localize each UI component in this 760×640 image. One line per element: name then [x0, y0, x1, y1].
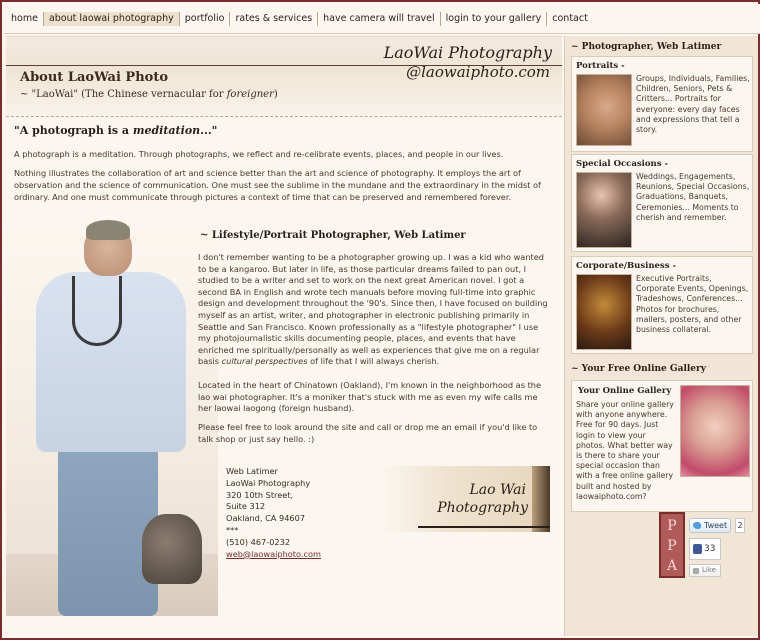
- page-subtitle: ~ "LaoWai" (The Chinese vernacular for f…: [20, 89, 278, 100]
- photographer-photo: [6, 214, 218, 616]
- page-frame: home about laowai photography portfolio …: [0, 0, 760, 640]
- page-title: About LaoWai Photo: [20, 70, 168, 85]
- page-header: LaoWai Photography @laowaiphoto.com Abou…: [6, 36, 562, 115]
- tweet-button[interactable]: Tweet: [689, 518, 731, 533]
- quote-suffix: ...": [200, 124, 218, 137]
- brand-title: LaoWai Photography: [383, 43, 552, 62]
- bio-p1-italic: cultural perspectives: [221, 356, 308, 367]
- nav-about[interactable]: about laowai photography: [43, 11, 180, 26]
- fb-like-label: Like: [702, 566, 716, 574]
- subtitle-prefix: ~ "LaoWai" (The Chinese vernacular for: [20, 89, 227, 100]
- nav-login-gallery[interactable]: login to your gallery: [441, 11, 548, 26]
- logo-line-2: Photography: [437, 500, 528, 516]
- card-portraits-title: Portraits -: [576, 61, 625, 71]
- card-occasions-text: Weddings, Engagements, Reunions, Special…: [636, 172, 750, 222]
- gallery-thumbnail[interactable]: [680, 385, 750, 477]
- occasions-thumbnail[interactable]: [576, 172, 632, 248]
- fb-count: 33: [704, 544, 716, 554]
- section-divider: [6, 116, 562, 117]
- card-occasions-title: Special Occasions -: [576, 159, 668, 169]
- facebook-like-button[interactable]: Like: [689, 564, 721, 577]
- card-corporate-text: Executive Portraits, Corporate Events, O…: [636, 274, 749, 335]
- nav-home[interactable]: home: [6, 11, 44, 26]
- quote-prefix: "A photograph is a: [14, 124, 133, 137]
- card-corporate[interactable]: Corporate/Business - Executive Portraits…: [571, 256, 753, 354]
- bio-p1-a: I don't remember wanting to be a photogr…: [198, 252, 548, 367]
- nav-portfolio[interactable]: portfolio: [180, 11, 231, 26]
- bio-paragraph-2: Located in the heart of Chinatown (Oakla…: [198, 380, 542, 414]
- gallery-text: Share your online gallery with anyone an…: [576, 400, 674, 501]
- corporate-thumbnail[interactable]: [576, 274, 632, 350]
- thumbs-up-icon: [693, 544, 702, 554]
- like-icon: [693, 568, 699, 574]
- quote-italic: meditation: [132, 124, 201, 137]
- card-portraits[interactable]: Portraits - Groups, Individuals, Familie…: [571, 56, 753, 152]
- top-nav: home about laowai photography portfolio …: [4, 4, 760, 34]
- intro-paragraph-2: Nothing illustrates the collaboration of…: [14, 168, 541, 202]
- portraits-thumbnail[interactable]: [576, 74, 632, 146]
- facebook-like-count[interactable]: 33: [689, 538, 721, 560]
- logo-edge: [532, 466, 550, 532]
- sidebar: ~ Photographer, Web Latimer Portraits - …: [564, 36, 758, 636]
- bio-paragraph-3: Please feel free to look around the site…: [198, 422, 538, 444]
- brand-handle: @laowaiphoto.com: [406, 63, 550, 81]
- logo-line-1: Lao Wai: [469, 482, 526, 498]
- intro-quote: "A photograph is a meditation...": [14, 124, 217, 137]
- address-suite: Suite 312: [226, 501, 266, 512]
- twitter-bird-icon: [693, 522, 701, 529]
- camera-strap-icon: [72, 276, 122, 346]
- address-company: LaoWai Photography: [226, 477, 311, 488]
- card-corporate-title: Corporate/Business -: [576, 261, 676, 271]
- main-content: LaoWai Photography @laowaiphoto.com Abou…: [6, 36, 562, 636]
- address-city: Oakland, CA 94607: [226, 513, 306, 524]
- address-separator: ***: [226, 524, 239, 535]
- nav-travel[interactable]: have camera will travel: [318, 11, 441, 26]
- bio-heading: ~ Lifestyle/Portrait Photographer, Web L…: [200, 230, 466, 241]
- card-portraits-text: Groups, Individuals, Families, Children,…: [636, 74, 750, 135]
- bio-p1-b: of life that I will always cherish.: [307, 356, 440, 367]
- card-special-occasions[interactable]: Special Occasions - Weddings, Engagement…: [571, 154, 753, 252]
- nav-contact[interactable]: contact: [547, 12, 593, 26]
- address-street: 320 10th Street,: [226, 489, 294, 500]
- laowai-logo: Lao Wai Photography: [378, 466, 550, 532]
- subtitle-suffix: ): [273, 89, 278, 100]
- ppa-badge[interactable]: PPA: [659, 512, 685, 578]
- subtitle-italic: foreigner: [226, 89, 274, 100]
- tweet-label: Tweet: [704, 521, 728, 530]
- logo-underline: [418, 526, 550, 528]
- dog-figure: [142, 514, 202, 584]
- tweet-count: 2: [735, 518, 745, 533]
- card-online-gallery[interactable]: Your Online Gallery Share your online ga…: [571, 380, 753, 512]
- intro-paragraph-1: A photograph is a meditation. Through ph…: [14, 149, 504, 159]
- bio-paragraph-1: I don't remember wanting to be a photogr…: [198, 252, 550, 368]
- sidebar-heading-photographer: ~ Photographer, Web Latimer: [571, 42, 722, 52]
- contact-address: Web Latimer LaoWai Photography 320 10th …: [226, 466, 321, 560]
- photo-hair: [86, 220, 130, 240]
- gallery-title: Your Online Gallery: [578, 386, 672, 396]
- email-link[interactable]: web@laowaiphoto.com: [226, 549, 321, 559]
- address-phone: (510) 467-0232: [226, 536, 291, 547]
- nav-rates[interactable]: rates & services: [230, 11, 319, 26]
- sidebar-heading-gallery: ~ Your Free Online Gallery: [571, 364, 706, 374]
- address-name: Web Latimer: [226, 466, 278, 476]
